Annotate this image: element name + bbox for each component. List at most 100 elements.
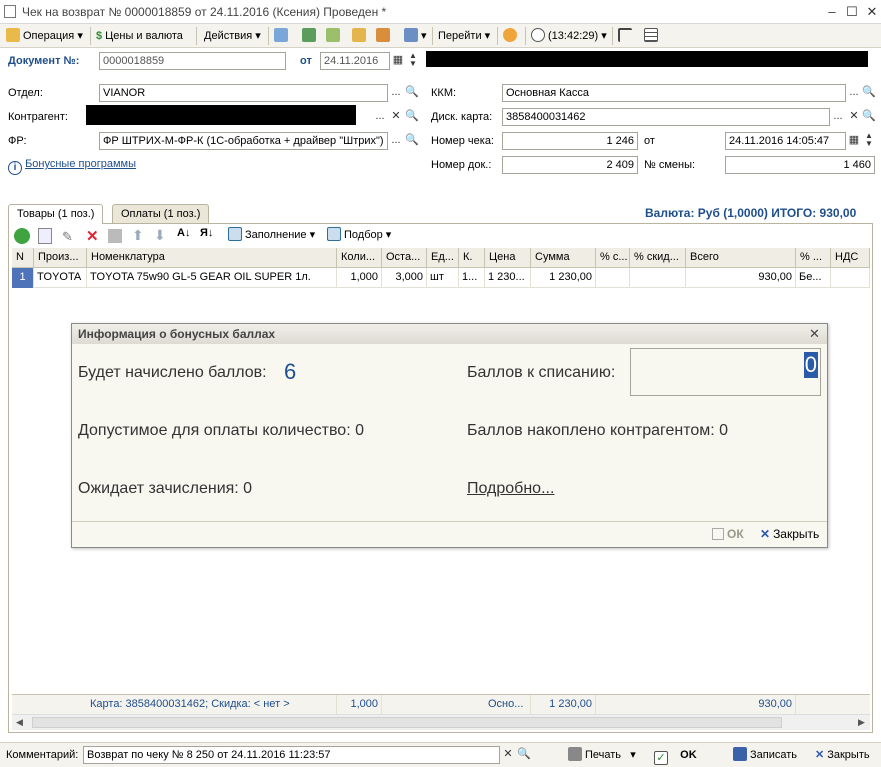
details-link[interactable]: Подробно... [467, 480, 554, 498]
footer-card: Карта: 3858400031462; Скидка: < нет > [87, 695, 337, 715]
actions-button[interactable]: Действия ▾ [204, 27, 261, 45]
col-n[interactable]: N [12, 248, 34, 268]
col-qty[interactable]: Коли... [337, 248, 382, 268]
kkm-search-icon[interactable]: 🔍 [861, 84, 877, 102]
doc-no-field[interactable]: 2 409 [502, 156, 638, 174]
writeoff-label: Баллов к списанию: [467, 364, 616, 381]
unpost-icon[interactable] [376, 27, 393, 45]
col-nomenclature[interactable]: Номенклатура [87, 248, 337, 268]
redacted-contractor [86, 105, 356, 125]
contractor-search-icon[interactable]: 🔍 [404, 108, 420, 126]
col-price[interactable]: Цена [485, 248, 531, 268]
maximize-icon[interactable]: ☐ [844, 4, 860, 20]
doc-no-label: Номер док.: [431, 159, 492, 171]
card-select-button[interactable]: ... [830, 108, 846, 126]
move-down-icon[interactable]: ⬇ [154, 227, 166, 244]
col-k[interactable]: К. [459, 248, 485, 268]
col-pct-vat[interactable]: % ... [796, 248, 831, 268]
comment-label: Комментарий: [6, 749, 79, 761]
doc-number-field[interactable]: 0000018859 [99, 52, 286, 70]
doc-date-field[interactable]: 24.11.2016 [320, 52, 390, 70]
tab-goods[interactable]: Товары (1 поз.) [8, 204, 104, 224]
comment-field[interactable]: Возврат по чеку № 8 250 от 24.11.2016 11… [83, 746, 500, 764]
contractor-select-button[interactable]: ... [372, 108, 388, 126]
col-rest[interactable]: Оста... [382, 248, 427, 268]
fr-search-icon[interactable]: 🔍 [404, 132, 420, 150]
edit-row-icon[interactable]: ✎ [62, 229, 74, 244]
calendar-icon[interactable]: ▦ [390, 52, 406, 70]
comment-clear-icon[interactable]: ✕ [500, 746, 516, 764]
fr-field[interactable]: ФР ШТРИХ-М-ФР-К (1С-обработка + драйвер … [99, 132, 388, 150]
fill-icon [228, 227, 242, 241]
table-row[interactable]: 1 TOYOTA TOYOTA 75w90 GL-5 GEAR OIL SUPE… [12, 268, 870, 288]
col-unit[interactable]: Ед... [427, 248, 459, 268]
contractor-clear-icon[interactable]: ✕ [388, 108, 404, 126]
time-button[interactable]: (13:42:29) ▾ [531, 27, 607, 45]
copy-row-icon[interactable] [38, 228, 52, 244]
check-date-field[interactable]: 24.11.2016 14:05:47 [725, 132, 846, 150]
dept-field[interactable]: VIANOR [99, 84, 388, 102]
move-up-icon[interactable]: ⬆ [132, 227, 144, 244]
check-date-spinner[interactable]: ▲ ▼ [861, 132, 877, 150]
col-vat[interactable]: НДС [831, 248, 870, 268]
close-button[interactable]: ✕ Закрыть [815, 746, 870, 764]
col-total[interactable]: Всего [686, 248, 796, 268]
scroll-left-icon[interactable]: ◀ [16, 717, 23, 728]
dialog-close-button[interactable]: ✕ Закрыть [760, 527, 819, 541]
structure-icon[interactable]: ▾ [404, 27, 427, 45]
title-bar: Чек на возврат № 0000018859 от 24.11.201… [0, 0, 881, 24]
fill-button[interactable]: Заполнение ▾ [228, 226, 315, 244]
fr-select-button[interactable]: ... [388, 132, 404, 150]
end-edit-icon[interactable] [108, 229, 122, 243]
ok-icon [712, 528, 724, 540]
sort-desc-icon[interactable]: Я↓ [200, 227, 213, 239]
col-pct[interactable]: % с... [596, 248, 630, 268]
copy-icon[interactable] [326, 27, 343, 45]
close-window-icon[interactable]: ✕ [864, 4, 880, 20]
kkm-field[interactable]: Основная Касса [502, 84, 846, 102]
writeoff-field[interactable]: 0 [630, 348, 821, 396]
check-calendar-icon[interactable]: ▦ [846, 132, 862, 150]
back-icon[interactable] [274, 27, 291, 45]
dialog-ok-button[interactable]: ОК [712, 527, 744, 541]
refresh-icon[interactable] [302, 27, 319, 45]
dept-search-icon[interactable]: 🔍 [404, 84, 420, 102]
tree-icon[interactable] [618, 27, 635, 45]
date-spinner[interactable]: ▲ ▼ [405, 52, 421, 70]
print-button[interactable]: Печать ▾ [568, 746, 636, 764]
add-row-icon[interactable] [14, 228, 30, 244]
sort-asc-icon[interactable]: A↓ [177, 227, 190, 239]
scroll-right-icon[interactable]: ▶ [858, 717, 865, 728]
check-number-field[interactable]: 1 246 [502, 132, 638, 150]
delete-row-icon[interactable]: ✕ [86, 227, 99, 245]
help-icon[interactable] [503, 27, 520, 45]
col-sum[interactable]: Сумма [531, 248, 596, 268]
col-manufacturer[interactable]: Произ... [34, 248, 87, 268]
list-icon[interactable] [644, 27, 661, 45]
col-discount[interactable]: % скид... [630, 248, 686, 268]
goto-button[interactable]: Перейти ▾ [438, 27, 490, 45]
accrue-value: 6 [284, 359, 297, 384]
minimize-icon[interactable]: – [824, 4, 840, 20]
comment-search-icon[interactable]: 🔍 [516, 746, 532, 764]
shift-field[interactable]: 1 460 [725, 156, 875, 174]
tab-payments[interactable]: Оплаты (1 поз.) [112, 204, 210, 223]
prices-button[interactable]: $ Цены и валюта [96, 27, 183, 45]
scroll-thumb[interactable] [32, 717, 782, 728]
bonus-programs-link[interactable]: i Бонусные программы [8, 158, 136, 175]
post-icon[interactable] [352, 27, 369, 45]
check-number-label: Номер чека: [431, 135, 494, 147]
card-field[interactable]: 3858400031462 [502, 108, 830, 126]
dialog-close-icon[interactable]: ✕ [809, 326, 820, 342]
select-button[interactable]: Подбор ▾ [327, 226, 391, 244]
dept-select-button[interactable]: ... [388, 84, 404, 102]
operation-button[interactable]: Операция ▾ [6, 27, 83, 45]
card-clear-icon[interactable]: ✕ [846, 108, 862, 126]
ok-button[interactable]: ✓ OK [654, 746, 697, 765]
horizontal-scrollbar[interactable]: ◀ ▶ [12, 714, 870, 730]
card-search-icon[interactable]: 🔍 [861, 108, 877, 126]
footer-total: 930,00 [686, 695, 796, 715]
save-button[interactable]: Записать [733, 746, 797, 764]
kkm-select-button[interactable]: ... [846, 84, 862, 102]
allowed-text: Допустимое для оплаты количество: 0 [78, 422, 364, 439]
